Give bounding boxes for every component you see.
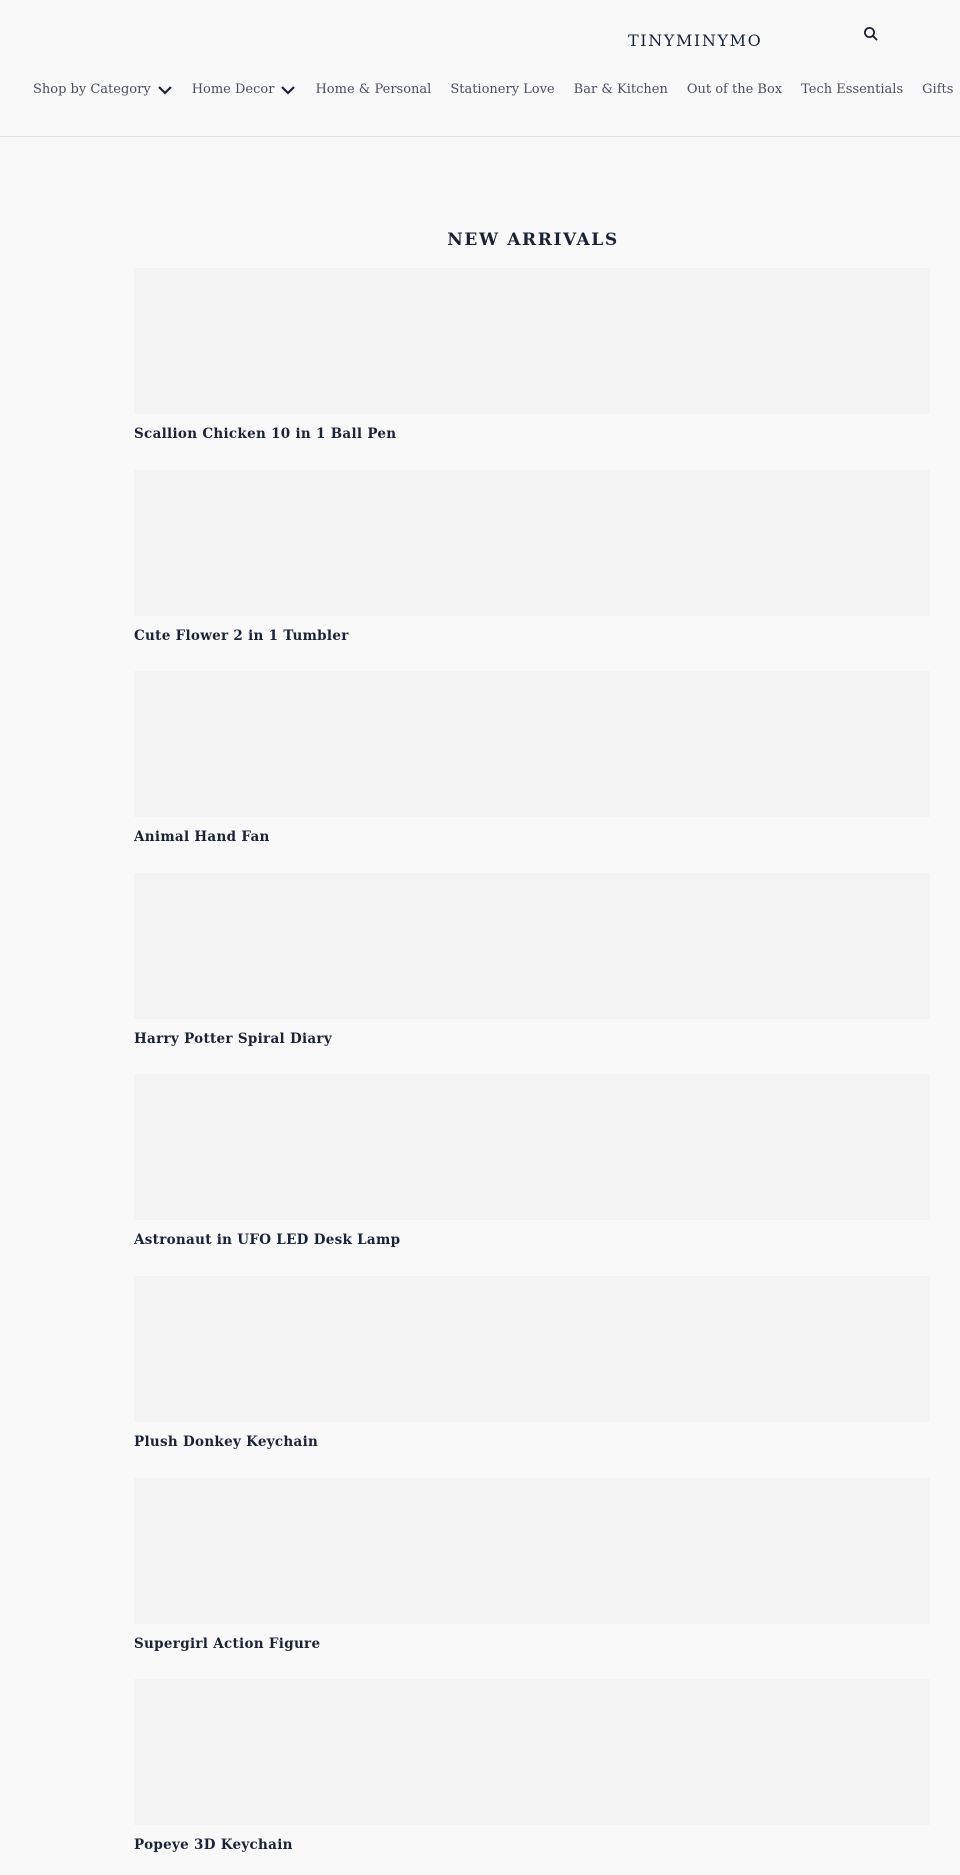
product-card[interactable]: Animal Hand Fan <box>134 671 930 861</box>
nav-item-label: Home & Personal <box>315 82 432 97</box>
nav-item-label: Shop by Category <box>33 82 151 97</box>
product-image[interactable] <box>134 268 930 414</box>
product-title[interactable]: Scallion Chicken 10 in 1 Ball Pen <box>134 424 930 444</box>
product-card[interactable]: Cute Flower 2 in 1 Tumbler <box>134 470 930 660</box>
product-card[interactable]: Supergirl Action Figure <box>134 1478 930 1668</box>
product-card[interactable]: Harry Potter Spiral Diary <box>134 873 930 1063</box>
nav-item-bar-kitchen[interactable]: Bar & Kitchen <box>574 79 668 101</box>
product-image[interactable] <box>134 1478 930 1624</box>
product-image[interactable] <box>134 671 930 817</box>
main-nav: Shop by Category Home Decor Home & Perso… <box>33 79 960 101</box>
product-title[interactable]: Harry Potter Spiral Diary <box>134 1029 930 1049</box>
product-image[interactable] <box>134 873 930 1019</box>
product-image[interactable] <box>134 470 930 616</box>
nav-item-out-of-the-box[interactable]: Out of the Box <box>687 79 782 101</box>
nav-item-home-decor[interactable]: Home Decor <box>192 79 297 101</box>
search-icon <box>864 27 878 41</box>
product-image[interactable] <box>134 1074 930 1220</box>
product-title[interactable]: Cute Flower 2 in 1 Tumbler <box>134 626 930 646</box>
nav-item-stationery-love[interactable]: Stationery Love <box>450 79 554 101</box>
chevron-down-icon[interactable] <box>280 84 296 96</box>
product-title[interactable]: Astronaut in UFO LED Desk Lamp <box>134 1230 930 1250</box>
nav-item-label: Stationery Love <box>450 82 555 97</box>
product-title[interactable]: Plush Donkey Keychain <box>134 1432 930 1452</box>
product-card[interactable]: Popeye 3D Keychain <box>134 1679 930 1869</box>
search-button[interactable] <box>862 25 880 43</box>
site-header: TINYMINYMO Shop by Category Home Decor H… <box>0 0 960 137</box>
product-title[interactable]: Popeye 3D Keychain <box>134 1835 930 1855</box>
nav-item-shop-by-category[interactable]: Shop by Category <box>33 79 173 101</box>
nav-item-home-personal[interactable]: Home & Personal <box>315 79 431 101</box>
nav-item-label: Home Decor <box>191 82 275 97</box>
nav-item-label: Bar & Kitchen <box>573 82 668 97</box>
product-title[interactable]: Animal Hand Fan <box>134 827 930 847</box>
nav-item-label: Out of the Box <box>686 82 783 97</box>
product-card[interactable]: Scallion Chicken 10 in 1 Ball Pen <box>134 268 930 458</box>
product-title[interactable]: Supergirl Action Figure <box>134 1634 930 1654</box>
product-image[interactable] <box>134 1276 930 1422</box>
nav-item-label: Gifts <box>922 82 954 97</box>
site-logo[interactable]: TINYMINYMO <box>628 30 762 52</box>
product-card[interactable]: Plush Donkey Keychain <box>134 1276 930 1466</box>
nav-item-label: Tech Essentials <box>801 82 904 97</box>
nav-item-gifts[interactable]: Gifts <box>922 79 960 101</box>
section-title: NEW ARRIVALS <box>447 230 619 250</box>
chevron-down-icon[interactable] <box>157 84 173 96</box>
nav-item-tech-essentials[interactable]: Tech Essentials <box>801 79 903 101</box>
product-card[interactable]: Astronaut in UFO LED Desk Lamp <box>134 1074 930 1264</box>
product-image[interactable] <box>134 1679 930 1825</box>
